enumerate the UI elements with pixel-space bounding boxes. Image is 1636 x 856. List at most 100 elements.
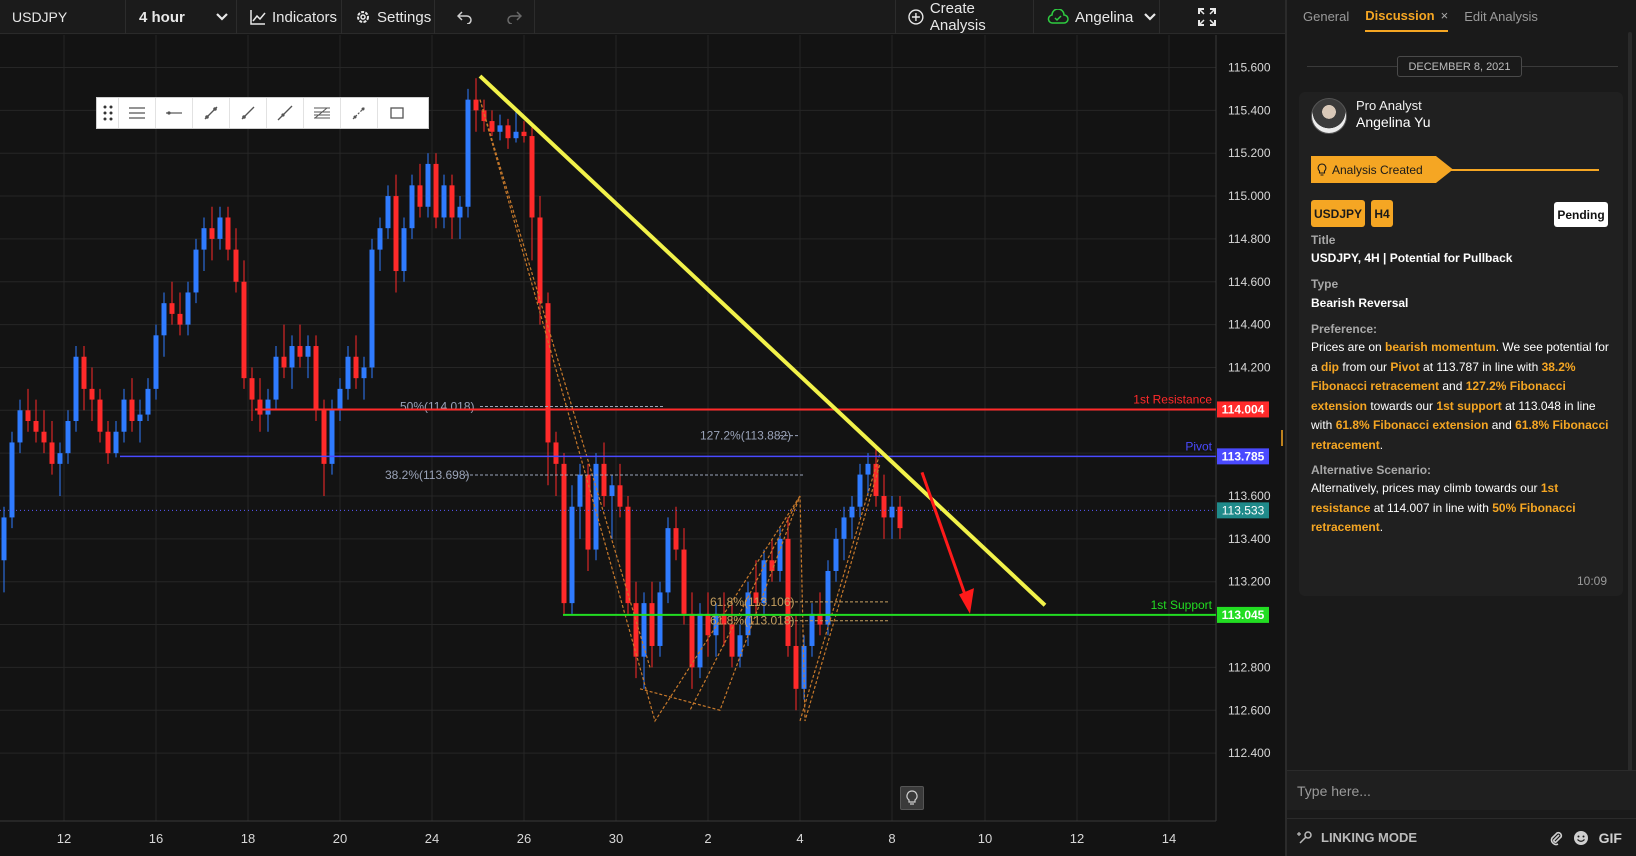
title-value: USDJPY, 4H | Potential for Pullback — [1311, 251, 1513, 265]
time-tick-label: 4 — [796, 831, 803, 846]
candle-body — [681, 549, 687, 614]
redo-button[interactable] — [493, 0, 535, 34]
chevron-down-icon — [216, 13, 228, 21]
candle-body — [737, 635, 743, 657]
title-label: Title — [1311, 233, 1336, 247]
symbol-selector[interactable]: USDJPY — [0, 0, 126, 34]
candle-body — [129, 399, 135, 422]
candle-body — [65, 421, 71, 454]
emoji-icon[interactable] — [1573, 830, 1589, 846]
forecast-arrow-line — [920, 471, 970, 604]
price-tick-label: 115.000 — [1228, 189, 1271, 203]
pref-text: Prices are on — [1311, 340, 1386, 354]
cloud-check-icon — [1047, 9, 1069, 24]
candle-body — [825, 570, 831, 625]
indicators-button[interactable]: Indicators — [238, 0, 342, 34]
price-chart[interactable]: 115.600 115.400 115.200 115.000 114.800 114.6… — [0, 35, 1285, 856]
tab-general[interactable]: General — [1303, 0, 1349, 32]
candle-body — [865, 463, 871, 475]
price-tick-label: 115.400 — [1228, 103, 1271, 117]
settings-label: Settings — [377, 8, 432, 26]
banner-line — [1449, 169, 1599, 171]
candle-body — [617, 485, 623, 507]
candle-body — [889, 506, 895, 518]
panel-scrollbar[interactable] — [1628, 32, 1632, 772]
horizontal-lines-tool[interactable] — [119, 98, 156, 128]
time-tick-label: 12 — [57, 831, 71, 846]
candle-body — [665, 528, 671, 593]
trend-line-tool[interactable] — [193, 98, 230, 128]
create-analysis-button[interactable]: Create Analysis — [895, 0, 1034, 34]
extended-line-icon — [277, 105, 293, 121]
candle-body — [457, 206, 463, 218]
attachment-icon[interactable] — [1549, 830, 1563, 846]
trend-line-icon — [204, 106, 218, 120]
price-tick-label: 112.600 — [1228, 703, 1271, 717]
price-tick-label: 113.600 — [1228, 489, 1271, 503]
horizontal-ray-tool[interactable] — [156, 98, 193, 128]
candle-body — [289, 346, 295, 368]
discussion-panel: General Discussion × Edit Analysis DECEMB… — [1285, 0, 1636, 856]
drag-handle[interactable] — [97, 98, 119, 128]
undo-icon — [457, 11, 472, 24]
candle-body — [545, 303, 551, 443]
level-name-label: 1st Resistance — [1133, 392, 1212, 406]
fib-retracement-tool[interactable] — [304, 98, 341, 128]
candle-body — [193, 249, 199, 293]
candle-body — [281, 356, 287, 368]
ray-tool[interactable] — [230, 98, 267, 128]
candle-body — [137, 414, 143, 422]
undo-button[interactable] — [450, 0, 480, 34]
settings-button[interactable]: Settings — [343, 0, 435, 34]
candle-body — [841, 517, 847, 539]
candle-body — [609, 485, 615, 496]
time-tick-label: 16 — [149, 831, 163, 846]
pref-text: and — [1439, 379, 1466, 393]
timeframe-chip[interactable]: H4 — [1371, 200, 1393, 227]
candle-body — [1, 517, 7, 561]
fib-level-label: 61.8%(113.106) — [710, 595, 795, 609]
hints-button[interactable] — [900, 786, 924, 810]
candle-body — [657, 592, 663, 646]
candle-body — [353, 356, 359, 379]
candle-body — [145, 388, 151, 415]
extended-line-tool[interactable] — [267, 98, 304, 128]
tab-discussion[interactable]: Discussion × — [1365, 0, 1449, 32]
candle-body — [241, 281, 247, 379]
candle-body — [881, 496, 887, 518]
candle-body — [257, 399, 263, 415]
candle-body — [265, 399, 271, 415]
linking-mode-button[interactable]: LINKING MODE — [1297, 830, 1417, 846]
preference-label: Preference: — [1311, 322, 1378, 336]
alt-text: . — [1379, 520, 1384, 534]
fullscreen-icon — [1198, 8, 1216, 26]
rectangle-tool[interactable] — [378, 98, 415, 128]
fullscreen-button[interactable] — [1192, 0, 1222, 34]
fib-pattern-line — [639, 463, 881, 722]
indicators-icon — [250, 10, 266, 25]
pattern-tool[interactable] — [341, 98, 378, 128]
candle-body — [649, 603, 655, 646]
message-input[interactable] — [1297, 779, 1617, 803]
avatar[interactable] — [1311, 98, 1347, 134]
price-tick-label: 112.800 — [1228, 660, 1271, 674]
gif-button[interactable]: GIF — [1599, 830, 1622, 846]
candle-body — [569, 506, 575, 604]
candle-body — [809, 613, 815, 646]
chart-canvas[interactable]: 115.600 115.400 115.200 115.000 114.800 114.6… — [0, 35, 1285, 856]
user-menu[interactable]: Angelina — [1035, 0, 1160, 34]
tab-edit-analysis[interactable]: Edit Analysis — [1464, 0, 1538, 32]
tab-general-label: General — [1303, 8, 1350, 24]
price-tick-label: 112.400 — [1228, 746, 1271, 760]
tab-edit-label: Edit Analysis — [1464, 8, 1538, 24]
candle-body — [833, 538, 839, 571]
symbol-chip[interactable]: USDJPY — [1311, 200, 1365, 227]
interval-selector[interactable]: 4 hour — [127, 0, 237, 34]
candle-body — [689, 613, 695, 668]
symbol-label: USDJPY — [12, 9, 68, 25]
close-icon[interactable]: × — [1441, 8, 1449, 23]
composer-actions: GIF — [1539, 830, 1622, 846]
candle-body — [337, 388, 343, 411]
level-price-label: 113.045 — [1222, 608, 1265, 622]
author-role: Pro Analyst — [1356, 98, 1422, 113]
